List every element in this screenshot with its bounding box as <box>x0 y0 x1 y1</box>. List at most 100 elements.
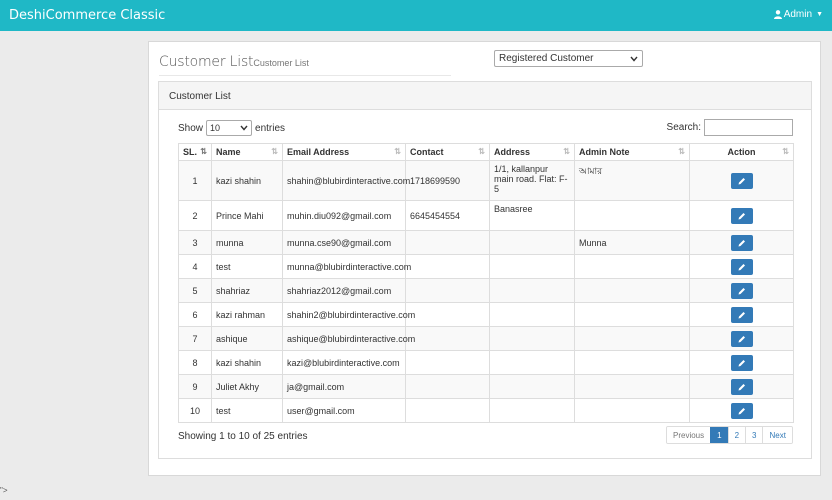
sort-icon: ⇅ <box>563 147 570 156</box>
cell-sl: 6 <box>178 302 212 327</box>
cell-sl: 1 <box>178 160 212 201</box>
page-subtitle: Customer List <box>253 58 309 68</box>
pagination: Previous 1 2 3 Next <box>666 426 793 444</box>
cell-name: test <box>211 254 283 279</box>
edit-button[interactable] <box>730 354 753 371</box>
cell-sl: 3 <box>178 230 212 255</box>
pencil-icon <box>738 263 745 270</box>
column-header-action[interactable]: Action ⇅ <box>689 143 794 161</box>
cell-action <box>689 374 794 399</box>
sort-asc-icon: ⇅ <box>200 147 207 156</box>
main-panel: Customer ListCustomer List Registered Cu… <box>148 41 821 476</box>
edit-button[interactable] <box>730 207 753 224</box>
cell-sl: 5 <box>178 278 212 303</box>
cell-contact: 1718699590 <box>405 160 490 201</box>
table-row: 10 test user@gmail.com <box>178 398 794 423</box>
cell-email: shahin@blubirdinteractive.com <box>282 160 410 201</box>
pagination-page-3[interactable]: 3 <box>745 427 763 443</box>
pagination-page-1[interactable]: 1 <box>710 427 728 443</box>
cell-email: muhin.diu092@gmail.com <box>282 200 406 231</box>
entries-length-control: Show 10 entries <box>178 120 285 136</box>
edit-button[interactable] <box>730 234 753 251</box>
cell-address <box>489 326 575 351</box>
cell-name: shahriaz <box>211 278 283 303</box>
pagination-page-2[interactable]: 2 <box>727 427 746 443</box>
cell-name: kazi shahin <box>211 160 283 201</box>
cell-contact <box>405 278 490 303</box>
cell-name: kazi shahin <box>211 350 283 375</box>
cell-name: Prince Mahi <box>211 200 283 231</box>
chevron-down-icon <box>240 125 248 131</box>
column-header-admin-note[interactable]: Admin Note ⇅ <box>574 143 690 161</box>
cell-address: Banasree <box>489 200 575 231</box>
pencil-icon <box>738 407 745 414</box>
pagination-previous[interactable]: Previous <box>667 427 711 443</box>
edit-button[interactable] <box>730 172 753 189</box>
cell-action <box>689 326 794 351</box>
cell-sl: 8 <box>178 350 212 375</box>
search-input[interactable] <box>704 119 793 136</box>
pagination-next[interactable]: Next <box>762 427 792 443</box>
top-navbar: DeshiCommerce Classic Admin ▼ <box>0 0 832 31</box>
cell-address <box>489 398 575 423</box>
search-label: Search: <box>666 122 701 133</box>
cell-address: 1/1, kallanpur main road. Flat: F-5 <box>489 160 575 201</box>
edit-button[interactable] <box>730 402 753 419</box>
sort-icon: ⇅ <box>478 147 485 156</box>
cell-contact: 6645454554 <box>405 200 490 231</box>
brand-logo-text[interactable]: DeshiCommerce Classic <box>9 8 165 23</box>
entries-select[interactable]: 10 <box>206 120 253 136</box>
edit-button[interactable] <box>730 330 753 347</box>
cell-address <box>489 350 575 375</box>
cell-contact <box>405 230 490 255</box>
sort-icon: ⇅ <box>394 147 401 156</box>
cell-address <box>489 278 575 303</box>
table-row: 8 kazi shahin kazi@blubirdinteractive.com <box>178 350 794 375</box>
edit-button[interactable] <box>730 258 753 275</box>
customer-table: SL. ⇅ Name ⇅ Email Address ⇅ Contact ⇅ Addre… <box>178 143 794 423</box>
table-header-row: SL. ⇅ Name ⇅ Email Address ⇅ Contact ⇅ Addre… <box>178 143 794 161</box>
column-header-contact[interactable]: Contact ⇅ <box>405 143 490 161</box>
cell-admin-note <box>574 302 690 327</box>
cell-email: user@gmail.com <box>282 398 406 423</box>
column-header-name[interactable]: Name ⇅ <box>211 143 283 161</box>
table-body: 1 kazi shahin shahin@blubirdinteractive.co… <box>178 160 794 423</box>
admin-user-menu[interactable]: Admin ▼ <box>773 9 823 20</box>
cell-name: munna <box>211 230 283 255</box>
page-heading: Customer ListCustomer List <box>159 54 451 76</box>
cell-email: munna@blubirdinteractive.com <box>282 254 411 279</box>
cell-admin-note <box>574 200 690 231</box>
cell-action <box>689 254 794 279</box>
entries-select-value: 10 <box>210 123 221 133</box>
cell-action <box>689 278 794 303</box>
chevron-down-icon <box>630 56 638 62</box>
entries-label: entries <box>255 122 286 134</box>
column-header-email[interactable]: Email Address ⇅ <box>282 143 406 161</box>
cell-action <box>689 302 794 327</box>
table-row: 6 kazi rahman shahin2@blubirdinteractive.c… <box>178 302 794 327</box>
edit-button[interactable] <box>730 282 753 299</box>
pencil-icon <box>738 287 745 294</box>
edit-button[interactable] <box>730 378 753 395</box>
cell-contact <box>405 350 490 375</box>
table-row: 5 shahriaz shahriaz2012@gmail.com <box>178 278 794 303</box>
cell-admin-note: Munna <box>574 230 690 255</box>
customer-type-select[interactable]: Registered Customer <box>494 50 643 67</box>
cell-email: ja@gmail.com <box>282 374 406 399</box>
table-row: 2 Prince Mahi muhin.diu092@gmail.com 664545… <box>178 200 794 231</box>
page-title: Customer List <box>159 54 254 70</box>
cell-contact <box>405 398 490 423</box>
cell-address <box>489 254 575 279</box>
cell-email: ashique@blubirdinteractive.com <box>282 326 415 351</box>
table-row: 7 ashique ashique@blubirdinteractive.com <box>178 326 794 351</box>
cell-admin-note: আমার <box>574 160 690 201</box>
table-row: 3 munna munna.cse90@gmail.com Munna <box>178 230 794 255</box>
cell-name: Juliet Akhy <box>211 374 283 399</box>
cell-admin-note <box>574 278 690 303</box>
column-header-sl[interactable]: SL. ⇅ <box>178 143 212 161</box>
cell-contact <box>405 254 490 279</box>
edit-button[interactable] <box>730 306 753 323</box>
cell-sl: 4 <box>178 254 212 279</box>
cell-contact <box>405 302 490 327</box>
column-header-address[interactable]: Address ⇅ <box>489 143 575 161</box>
